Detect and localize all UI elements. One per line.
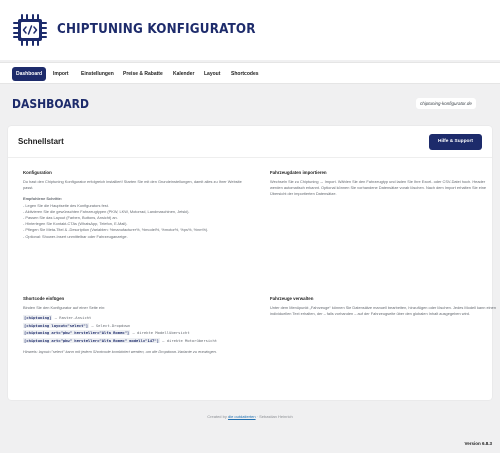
section-text: Binden Sie den Konfigurator auf einer Se… [23, 305, 106, 310]
card-divider [8, 157, 492, 158]
footer: Created by die outdatierten · Sebastian … [0, 414, 500, 419]
quickstart-card: Schnellstart Hilfe & Support Konfigurati… [8, 126, 496, 400]
nav-preise-rabatte[interactable]: Preise & Rabatte [119, 67, 167, 81]
help-support-button[interactable]: Hilfe & Support [429, 134, 482, 150]
section-text: Wechseln Sie zu Chiptuning → Import. Wäh… [270, 179, 487, 197]
shortcode-code[interactable]: [chiptuning art="pkw" hersteller="Alfa R… [23, 330, 131, 336]
app-title: CHIPTUNING KONFIGURATOR [57, 22, 256, 37]
footer-link[interactable]: die outdatierten [228, 414, 256, 419]
nav-einstellungen[interactable]: Einstellungen [77, 67, 118, 81]
nav-layout[interactable]: Layout [200, 67, 224, 81]
section-text: Du hast den Chiptuning Konfigurator erfo… [23, 179, 242, 191]
shortcode-list: [chiptuning] – Raster-Ansicht [chiptunin… [23, 314, 249, 344]
shortcode-desc: – Raster-Ansicht [54, 315, 92, 321]
site-badge: chiptuning-konfigurator.de [416, 98, 476, 109]
shortcode-code[interactable]: [chiptuning layout="select"] [23, 322, 90, 328]
section-heading: Shortcode einfügen [23, 296, 65, 301]
shortcode-desc: – direkte Modellübersicht [132, 330, 190, 336]
section-shortcode: Shortcode einfügen Binden Sie den Konfig… [23, 296, 249, 355]
shortcode-line: [chiptuning] – Raster-Ansicht [23, 314, 249, 322]
section-fahrzeugdaten: Fahrzeugdaten importieren Wechseln Sie z… [270, 170, 496, 198]
chip-code-icon [13, 14, 47, 46]
nav-kalender[interactable]: Kalender [169, 67, 198, 81]
main-nav: Dashboard Import Einstellungen Preise & … [0, 62, 500, 84]
section-fahrzeuge: Fahrzeuge verwalten Unter dem Menüpunkt … [270, 296, 496, 317]
shortcode-line: [chiptuning layout="select"] – Select-Dr… [23, 322, 249, 330]
version-label: Version 6.8.3 [464, 441, 492, 446]
card-title: Schnellstart [18, 137, 64, 146]
section-heading: Fahrzeugdaten importieren [270, 170, 327, 175]
shortcode-code[interactable]: [chiptuning] [23, 315, 53, 321]
steps-list: - Legen Sie die Hauptseite des Konfigura… [23, 203, 249, 240]
shortcode-line: [chiptuning art="pkw" hersteller="Alfa R… [23, 329, 249, 337]
page-title: DASHBOARD [12, 97, 89, 111]
section-text: Unter dem Menüpunkt „Fahrzeuge“ können S… [270, 305, 497, 317]
section-konfiguration: Konfiguration Du hast den Chiptuning Kon… [23, 170, 249, 240]
shortcode-desc: – direkte Motorübersicht [162, 337, 218, 343]
list-item: - Optional: Shower-Insert unmittelbar od… [23, 233, 128, 239]
footer-suffix: · Sebastian Heinrich [255, 414, 293, 419]
footer-prefix: Created by [207, 414, 227, 419]
shortcode-code[interactable]: [chiptuning art="pkw" hersteller="Alfa R… [23, 337, 160, 343]
shortcode-desc: – Select-Dropdown [91, 322, 131, 328]
shortcode-line: [chiptuning art="pkw" hersteller="Alfa R… [23, 337, 249, 345]
nav-dashboard[interactable]: Dashboard [12, 67, 47, 81]
app-header: CHIPTUNING KONFIGURATOR [0, 0, 500, 60]
shortcode-hint: Hinweis: layout="select" kann mit jedem … [23, 348, 217, 354]
nav-import[interactable]: Import [49, 67, 73, 81]
section-heading: Konfiguration [23, 170, 52, 175]
section-heading: Fahrzeuge verwalten [270, 296, 314, 301]
nav-shortcodes[interactable]: Shortcodes [227, 67, 263, 81]
